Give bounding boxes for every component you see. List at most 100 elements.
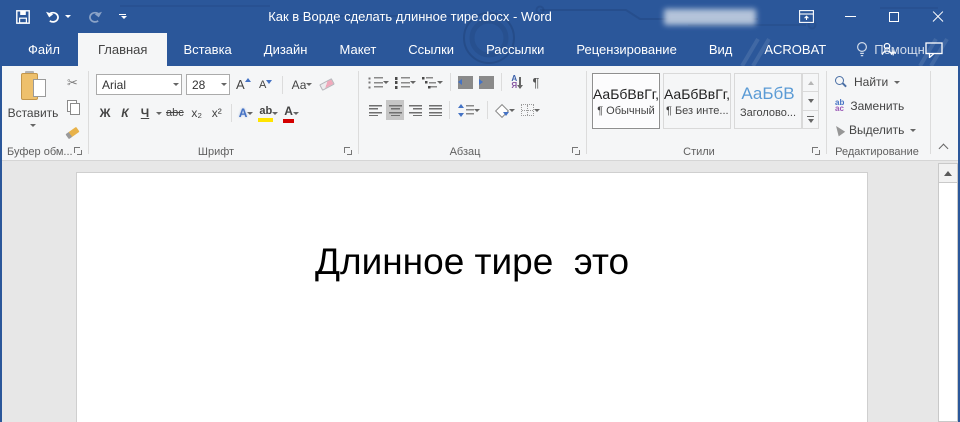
- maximize-button[interactable]: [872, 0, 916, 33]
- clear-formatting-button[interactable]: [318, 75, 336, 95]
- underline-button[interactable]: Ч: [136, 103, 154, 123]
- minimize-button[interactable]: [828, 0, 872, 33]
- borders-icon: [521, 104, 534, 116]
- group-clipboard: Вставить ✂ Буфер обм...: [2, 66, 88, 160]
- document-page[interactable]: Длинное тире это: [76, 172, 868, 422]
- paste-label: Вставить: [7, 106, 59, 120]
- align-right-icon: [408, 104, 422, 116]
- replace-button[interactable]: ab ac Заменить: [835, 98, 904, 113]
- paste-button[interactable]: Вставить: [7, 71, 59, 127]
- tab-design[interactable]: Дизайн: [248, 33, 324, 66]
- ribbon: Вставить ✂ Буфер обм... Arial 28 А А Аа …: [0, 66, 960, 161]
- styles-scroll-up-icon[interactable]: [803, 74, 818, 93]
- tab-home[interactable]: Главная: [77, 33, 168, 66]
- align-left-icon: [368, 104, 382, 116]
- style-card-no-spacing[interactable]: АаБбВвГг, ¶ Без инте...: [663, 73, 731, 129]
- highlight-color-button[interactable]: ab: [257, 103, 280, 123]
- font-color-button[interactable]: А: [282, 103, 301, 123]
- tab-layout[interactable]: Макет: [323, 33, 392, 66]
- save-icon[interactable]: [16, 9, 30, 24]
- tab-insert[interactable]: Вставка: [167, 33, 247, 66]
- comments-icon[interactable]: [925, 41, 944, 58]
- cut-button[interactable]: ✂: [61, 71, 84, 93]
- font-size-combo[interactable]: 28: [186, 74, 230, 95]
- decrease-indent-button[interactable]: [456, 72, 475, 92]
- share-person-icon[interactable]: [880, 41, 897, 58]
- clipboard-dialog-launcher-icon[interactable]: [74, 147, 83, 156]
- sort-button[interactable]: АЯ: [507, 72, 525, 92]
- strikethrough-button[interactable]: abc: [164, 103, 186, 123]
- bold-button[interactable]: Ж: [96, 103, 114, 123]
- close-button[interactable]: [916, 0, 960, 33]
- style-card-heading1[interactable]: АаБбВ Заголово...: [734, 73, 802, 129]
- window-chrome: Как в Ворде сделать длинное тире.docx - …: [0, 0, 960, 66]
- tab-file[interactable]: Файл: [10, 33, 78, 66]
- tab-mailings[interactable]: Рассылки: [470, 33, 560, 66]
- subscript-button[interactable]: x₂: [188, 103, 206, 123]
- collapse-ribbon-icon[interactable]: [939, 142, 949, 151]
- pointer-icon: [832, 123, 846, 137]
- superscript-button[interactable]: x²: [208, 103, 226, 123]
- styles-dialog-launcher-icon[interactable]: [812, 147, 821, 156]
- styles-gallery: АаБбВвГг, ¶ Обычный АаБбВвГг, ¶ Без инте…: [592, 73, 802, 129]
- align-right-button[interactable]: [406, 100, 424, 120]
- bullets-icon: [368, 75, 383, 89]
- paste-dropdown-icon[interactable]: [30, 124, 36, 127]
- select-button[interactable]: Выделить: [832, 123, 917, 137]
- word-window: Как в Ворде сделать длинное тире.docx - …: [0, 0, 960, 422]
- justify-button[interactable]: [426, 100, 444, 120]
- copy-button[interactable]: [61, 96, 84, 118]
- tab-view[interactable]: Вид: [693, 33, 749, 66]
- style-card-normal[interactable]: АаБбВвГг, ¶ Обычный: [592, 73, 660, 129]
- font-size-dropdown-icon[interactable]: [221, 83, 227, 86]
- align-left-button[interactable]: [366, 100, 384, 120]
- show-marks-button[interactable]: ¶: [527, 72, 545, 92]
- font-name-dropdown-icon[interactable]: [173, 83, 179, 86]
- font-name-combo[interactable]: Arial: [96, 74, 182, 95]
- vertical-scrollbar[interactable]: [938, 163, 958, 422]
- scrollbar-up-icon[interactable]: [939, 164, 957, 183]
- numbering-icon: [395, 75, 410, 89]
- separator: [487, 101, 488, 119]
- tab-acrobat[interactable]: ACROBAT: [748, 33, 842, 66]
- cut-icon: ✂: [67, 74, 78, 90]
- group-separator: [930, 71, 931, 154]
- eraser-icon: [319, 78, 336, 91]
- separator: [501, 73, 502, 91]
- document-area: Длинное тире это: [0, 161, 960, 422]
- font-size-value: 28: [192, 77, 206, 92]
- styles-scroll: [802, 73, 819, 129]
- tab-review[interactable]: Рецензирование: [560, 33, 692, 66]
- shading-button[interactable]: [493, 100, 517, 120]
- increase-indent-button[interactable]: [477, 72, 496, 92]
- font-dialog-launcher-icon[interactable]: [344, 147, 353, 156]
- multilevel-list-icon: [422, 75, 437, 89]
- styles-more-icon[interactable]: [803, 111, 818, 128]
- multilevel-list-button[interactable]: [420, 72, 445, 92]
- undo-dropdown-icon[interactable]: [65, 15, 71, 18]
- window-border-left: [0, 0, 2, 422]
- grow-font-button[interactable]: А: [234, 75, 253, 95]
- separator: [449, 101, 450, 119]
- shrink-font-button[interactable]: А: [257, 75, 275, 95]
- line-spacing-button[interactable]: [455, 100, 482, 120]
- ribbon-display-options-icon[interactable]: [784, 0, 828, 33]
- redo-button[interactable]: [86, 10, 103, 24]
- numbering-button[interactable]: [393, 72, 418, 92]
- styles-scroll-down-icon[interactable]: [803, 92, 818, 111]
- format-painter-button[interactable]: [61, 122, 84, 144]
- paragraph-dialog-launcher-icon[interactable]: [572, 147, 581, 156]
- highlight-icon: ab: [258, 105, 274, 122]
- tab-references[interactable]: Ссылки: [392, 33, 470, 66]
- undo-button[interactable]: [45, 10, 71, 24]
- change-case-button[interactable]: Аа: [290, 75, 315, 95]
- underline-dropdown-icon[interactable]: [156, 111, 162, 115]
- borders-button[interactable]: [519, 100, 542, 120]
- italic-button[interactable]: К: [116, 103, 134, 123]
- text-effects-button[interactable]: А: [237, 103, 256, 123]
- find-button[interactable]: Найти: [835, 75, 901, 89]
- document-text[interactable]: Длинное тире это: [77, 241, 867, 284]
- font-color-icon: А: [283, 104, 294, 123]
- bullets-button[interactable]: [366, 72, 391, 92]
- align-center-button[interactable]: [386, 100, 404, 120]
